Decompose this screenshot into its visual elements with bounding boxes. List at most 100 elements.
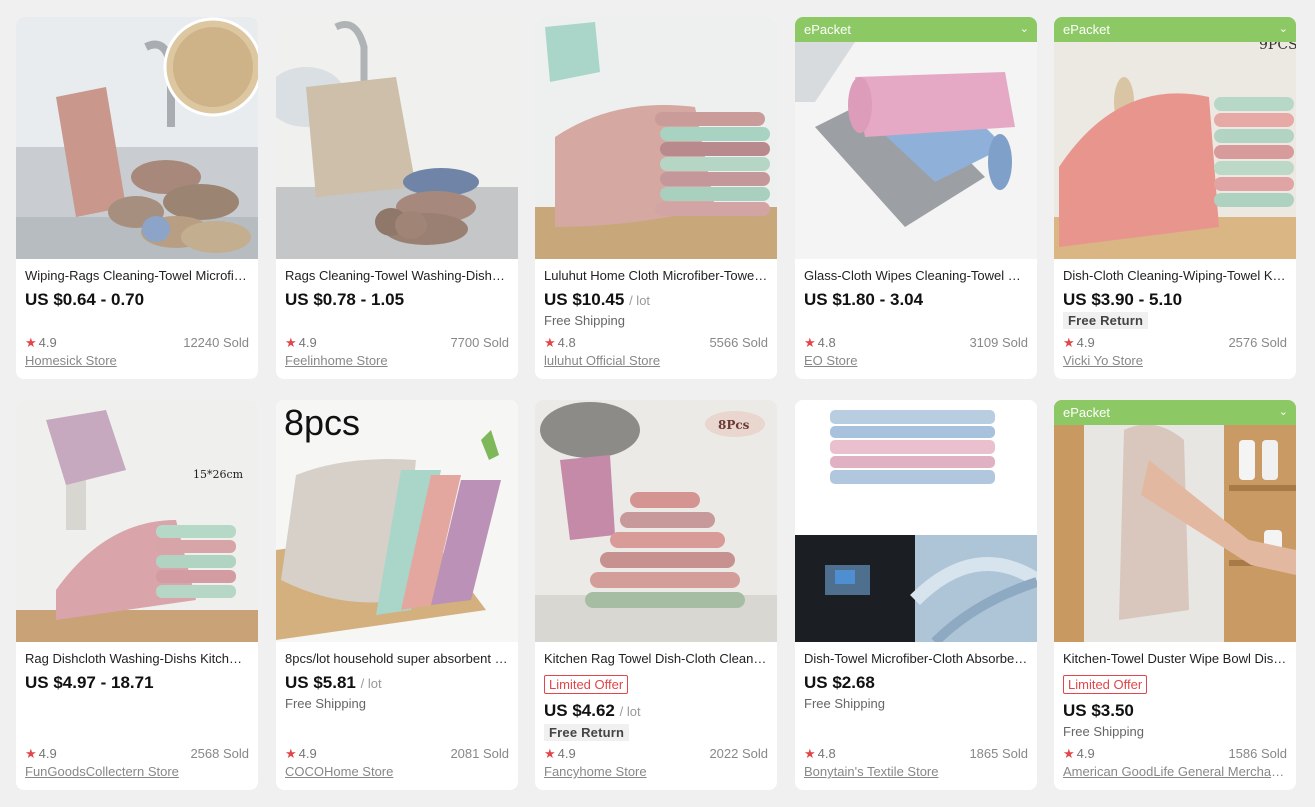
epacket-banner[interactable]: ePacket ⌄ [1054, 17, 1296, 42]
store-link[interactable]: Fancyhome Store [544, 764, 768, 779]
image-text: 15*26cm [193, 468, 244, 481]
product-title[interactable]: Glass-Cloth Wipes Cleaning-Towel Microfi… [804, 268, 1028, 283]
product-price: US $0.78 - 1.05 [285, 290, 405, 309]
epacket-banner[interactable]: ePacket ⌄ [795, 17, 1037, 42]
product-grid: Wiping-Rags Cleaning-Towel Microfiber Ki… [0, 0, 1315, 807]
star-icon: ★ [285, 746, 297, 761]
product-title[interactable]: Kitchen-Towel Duster Wipe Bowl Dishcloth [1063, 651, 1287, 666]
product-price: US $3.90 - 5.10 [1063, 290, 1183, 309]
image-text: 8pcs [284, 402, 360, 443]
product-title[interactable]: Dish-Cloth Cleaning-Wiping-Towel Kitchen [1063, 268, 1287, 283]
product-image[interactable] [276, 17, 518, 259]
sold-count: 1586 Sold [1228, 746, 1287, 761]
product-image[interactable]: 8Pcs [535, 400, 777, 642]
sold-count: 5566 Sold [709, 335, 768, 350]
store-link[interactable]: Bonytain's Textile Store [804, 764, 1028, 779]
store-link[interactable]: EO Store [804, 353, 1028, 368]
product-price: US $4.62 / lot [544, 701, 641, 720]
free-return-badge: Free Return [544, 724, 630, 741]
product-rating: ★ 4.8 [804, 335, 836, 350]
free-return-badge: Free Return [1063, 312, 1149, 329]
image-text: 8Pcs [718, 418, 750, 432]
chevron-down-icon[interactable]: ⌄ [1020, 17, 1029, 42]
product-price: US $3.50 [1063, 701, 1134, 720]
product-price: US $10.45 / lot [544, 290, 651, 309]
sold-count: 7700 Sold [450, 335, 509, 350]
product-price: US $2.68 [804, 673, 875, 692]
star-icon: ★ [285, 335, 297, 350]
product-rating: ★ 4.9 [285, 746, 317, 761]
product-title[interactable]: Rag Dishcloth Washing-Dishs Kitchen Towe… [25, 651, 249, 666]
star-icon: ★ [1063, 335, 1075, 350]
product-image[interactable]: ePacket ⌄ [795, 17, 1037, 259]
store-link[interactable]: Vicki Yo Store [1063, 353, 1287, 368]
product-price: US $5.81 / lot [285, 673, 382, 692]
star-icon: ★ [1063, 746, 1075, 761]
product-image[interactable]: 8pcs [276, 400, 518, 642]
product-card[interactable]: 8Pcs Kitchen Rag Towel Dish-Cloth Cleani… [535, 400, 777, 790]
product-card[interactable]: Rags Cleaning-Towel Washing-Dishes Kitch… [276, 17, 518, 379]
shipping-info: Free Shipping [804, 696, 885, 711]
product-image[interactable]: ePacket ⌄ [1054, 400, 1296, 642]
epacket-banner[interactable]: ePacket ⌄ [1054, 400, 1296, 425]
product-rating: ★ 4.9 [285, 335, 317, 350]
chevron-down-icon[interactable]: ⌄ [1279, 400, 1288, 425]
store-link[interactable]: Homesick Store [25, 353, 249, 368]
product-rating: ★ 4.9 [1063, 746, 1095, 761]
product-rating: ★ 4.9 [25, 335, 57, 350]
star-icon: ★ [25, 746, 37, 761]
product-card[interactable]: Dish-Towel Microfiber-Cloth Absorbent Gl… [795, 400, 1037, 790]
product-image[interactable] [535, 17, 777, 259]
product-title[interactable]: Rags Cleaning-Towel Washing-Dishes Kitch… [285, 268, 509, 283]
product-image[interactable]: 9PCS ePacket ⌄ [1054, 17, 1296, 259]
price-unit: / lot [360, 676, 382, 691]
sold-count: 2568 Sold [190, 746, 249, 761]
sold-count: 12240 Sold [183, 335, 249, 350]
product-price: US $1.80 - 3.04 [804, 290, 924, 309]
store-link[interactable]: luluhut Official Store [544, 353, 768, 368]
product-rating: ★ 4.8 [804, 746, 836, 761]
product-price: US $0.64 - 0.70 [25, 290, 145, 309]
shipping-info: Free Shipping [544, 313, 625, 328]
sold-count: 1865 Sold [969, 746, 1028, 761]
product-card[interactable]: ePacket ⌄ Kitchen-Towel Duster Wipe Bowl … [1054, 400, 1296, 790]
price-unit: / lot [619, 704, 641, 719]
star-icon: ★ [544, 335, 556, 350]
product-title[interactable]: Kitchen Rag Towel Dish-Cloth Cleaning Wi… [544, 651, 768, 666]
chevron-down-icon[interactable]: ⌄ [1279, 17, 1288, 42]
product-card[interactable]: 8pcs 8pcs/lot household super absorbent … [276, 400, 518, 790]
limited-offer-badge: Limited Offer [544, 675, 629, 694]
product-rating: ★ 4.8 [544, 335, 576, 350]
product-title[interactable]: Luluhut Home Cloth Microfiber-Towel Kitc… [544, 268, 768, 283]
product-rating: ★ 4.9 [1063, 335, 1095, 350]
product-card[interactable]: 9PCS ePacket ⌄ Dish-Cloth Cleaning-Wiping… [1054, 17, 1296, 379]
product-card[interactable]: Wiping-Rags Cleaning-Towel Microfiber Ki… [16, 17, 258, 379]
sold-count: 2022 Sold [709, 746, 768, 761]
product-image[interactable] [795, 400, 1037, 642]
product-rating: ★ 4.9 [25, 746, 57, 761]
product-image[interactable] [16, 17, 258, 259]
star-icon: ★ [25, 335, 37, 350]
price-unit: / lot [629, 293, 651, 308]
shipping-info: Free Shipping [285, 696, 366, 711]
star-icon: ★ [544, 746, 556, 761]
shipping-info: Free Shipping [1063, 724, 1144, 739]
limited-offer-badge: Limited Offer [1063, 675, 1148, 694]
product-image[interactable]: 15*26cm [16, 400, 258, 642]
product-card[interactable]: 15*26cm Rag Dishcloth Washing-Dishs Kitc… [16, 400, 258, 790]
product-price: US $4.97 - 18.71 [25, 673, 154, 692]
product-card[interactable]: ePacket ⌄ Glass-Cloth Wipes Cleaning-Towe… [795, 17, 1037, 379]
product-title[interactable]: 8pcs/lot household super absorbent towel [285, 651, 509, 666]
product-title[interactable]: Dish-Towel Microfiber-Cloth Absorbent Gl… [804, 651, 1028, 666]
star-icon: ★ [804, 746, 816, 761]
product-rating: ★ 4.9 [544, 746, 576, 761]
sold-count: 2081 Sold [450, 746, 509, 761]
store-link[interactable]: FunGoodsCollectern Store [25, 764, 249, 779]
store-link[interactable]: American GoodLife General Merchandise St… [1063, 764, 1287, 779]
product-title[interactable]: Wiping-Rags Cleaning-Towel Microfiber Ki… [25, 268, 249, 283]
store-link[interactable]: COCOHome Store [285, 764, 509, 779]
star-icon: ★ [804, 335, 816, 350]
product-card[interactable]: Luluhut Home Cloth Microfiber-Towel Kitc… [535, 17, 777, 379]
store-link[interactable]: Feelinhome Store [285, 353, 509, 368]
sold-count: 3109 Sold [969, 335, 1028, 350]
